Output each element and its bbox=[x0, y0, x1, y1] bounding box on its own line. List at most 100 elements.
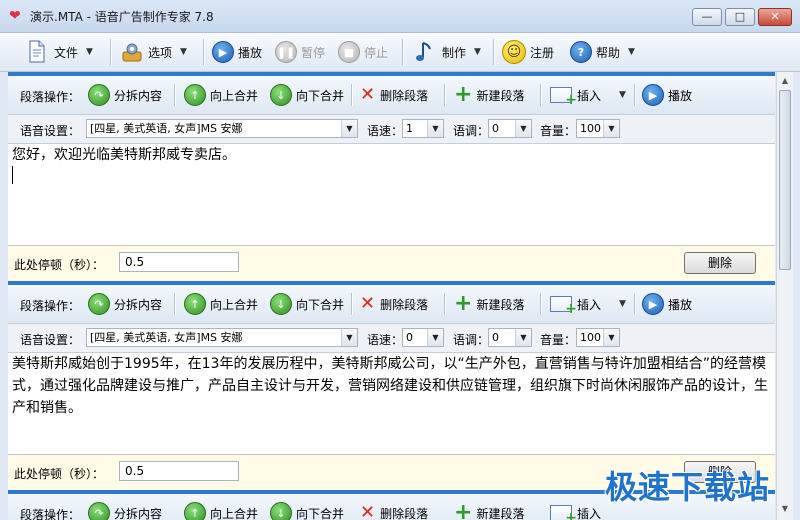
volume-label: 音量： bbox=[540, 333, 577, 347]
toolbar-separator bbox=[351, 84, 353, 106]
pitch-select[interactable]: 0 ▼ bbox=[488, 119, 532, 138]
volume-select[interactable]: 100 ▼ bbox=[576, 119, 620, 138]
speed-select[interactable]: 0 ▼ bbox=[402, 328, 444, 347]
voice-select[interactable]: [四星, 美式英语, 女声]MS 安娜 ▼ bbox=[86, 119, 358, 138]
paragraph-toolbar: 段落操作： ↷分拆内容 ↑向上合并 ↓向下合并 ✕删除段落 +新建段落 插入▼ … bbox=[8, 76, 775, 115]
volume-select[interactable]: 100 ▼ bbox=[576, 328, 620, 347]
new-paragraph-button[interactable]: + 新建段落 bbox=[454, 500, 524, 520]
paragraph-text-editor[interactable]: 美特斯邦威始创于1995年，在13年的发展历程中，美特斯邦威公司，以“生产外包，… bbox=[8, 353, 775, 455]
delete-para-label: 删除段落 bbox=[380, 506, 429, 520]
scrollbar-thumb[interactable] bbox=[779, 90, 791, 270]
pause-label: 此处停顿（秒）： bbox=[14, 258, 105, 272]
pause-button[interactable]: ❚❚ 暂停 bbox=[275, 38, 325, 66]
merge-down-button[interactable]: ↓ 向下合并 bbox=[270, 82, 344, 108]
add-icon: + bbox=[454, 500, 473, 520]
toolbar-separator bbox=[110, 39, 112, 65]
chevron-down-icon: ▼ bbox=[180, 47, 187, 57]
paragraph-list: 段落操作： ↷分拆内容 ↑向上合并 ↓向下合并 ✕删除段落 +新建段落 插入▼ … bbox=[8, 72, 775, 520]
merge-down-label: 向下合并 bbox=[296, 88, 345, 103]
music-note-icon bbox=[414, 40, 438, 64]
new-para-label: 新建段落 bbox=[476, 297, 525, 312]
paragraph-play-label: 播放 bbox=[668, 88, 693, 103]
merge-down-button[interactable]: ↓ 向下合并 bbox=[270, 291, 344, 317]
voice-label: 语音设置： bbox=[20, 124, 81, 138]
help-menu-button[interactable]: ? 帮助 ▼ bbox=[570, 38, 635, 66]
produce-menu-button[interactable]: 制作 ▼ bbox=[414, 38, 481, 66]
merge-up-button[interactable]: ↑ 向上合并 bbox=[184, 82, 258, 108]
split-label: 分拆内容 bbox=[114, 506, 163, 520]
close-button[interactable]: ✕ bbox=[758, 8, 792, 26]
new-para-label: 新建段落 bbox=[476, 506, 525, 520]
scroll-down-arrow-icon[interactable]: ▼ bbox=[778, 502, 792, 516]
merge-up-button[interactable]: ↑ 向上合并 bbox=[184, 291, 258, 317]
toolbar-separator bbox=[402, 39, 404, 65]
toolbar-separator bbox=[203, 39, 205, 65]
file-menu-button[interactable]: 文件 ▼ bbox=[26, 38, 93, 66]
voice-settings-row: 语音设置： [四星, 美式英语, 女声]MS 安娜 ▼ 语速： 0 ▼ 语调： 0 ▼… bbox=[8, 324, 775, 353]
pause-label: 暂停 bbox=[301, 45, 326, 60]
smiley-icon: ☺ bbox=[502, 40, 526, 64]
insert-menu-button[interactable]: 插入 bbox=[550, 500, 601, 520]
new-paragraph-button[interactable]: + 新建段落 bbox=[454, 82, 524, 108]
paragraph-text-editor[interactable]: 您好，欢迎光临美特斯邦威专卖店。 bbox=[8, 144, 775, 246]
merge-up-label: 向上合并 bbox=[210, 88, 259, 103]
pause-label: 此处停顿（秒）： bbox=[14, 467, 105, 481]
delete-paragraph-button[interactable]: ✕ 删除段落 bbox=[360, 82, 428, 108]
add-icon: + bbox=[454, 82, 473, 107]
split-arrow-icon: ↷ bbox=[88, 502, 110, 520]
insert-label: 插入 bbox=[577, 297, 602, 312]
merge-down-button[interactable]: ↓ 向下合并 bbox=[270, 500, 344, 520]
scroll-up-arrow-icon[interactable]: ▲ bbox=[778, 74, 792, 88]
pitch-label: 语调： bbox=[453, 124, 490, 138]
help-label: 帮助 bbox=[596, 45, 621, 60]
play-icon: ▶ bbox=[642, 293, 664, 315]
split-content-button[interactable]: ↷ 分拆内容 bbox=[88, 291, 162, 317]
paragraph-play-button[interactable]: ▶ 播放 bbox=[642, 82, 692, 108]
new-paragraph-button[interactable]: + 新建段落 bbox=[454, 291, 524, 317]
maximize-button[interactable]: □ bbox=[725, 8, 755, 26]
title-bar: ❤ 演示.MTA - 语音广告制作专家 7.8 — □ ✕ bbox=[0, 0, 800, 33]
pause-seconds-input[interactable]: 0.5 bbox=[119, 252, 239, 272]
pause-icon: ❚❚ bbox=[275, 41, 297, 63]
delete-paragraph-button[interactable]: ✕ 删除段落 bbox=[360, 500, 428, 520]
chevron-down-icon: ▼ bbox=[628, 47, 635, 57]
app-window: ❤ 演示.MTA - 语音广告制作专家 7.8 — □ ✕ 文件 ▼ 选项 ▼ … bbox=[0, 0, 800, 520]
split-content-button[interactable]: ↷ 分拆内容 bbox=[88, 82, 162, 108]
arrow-up-icon: ↑ bbox=[184, 293, 206, 315]
voice-label: 语音设置： bbox=[20, 333, 81, 347]
toolbar-separator bbox=[540, 84, 542, 106]
pause-row: 此处停顿（秒）： 0.5 删除 bbox=[8, 246, 775, 280]
merge-up-button[interactable]: ↑ 向上合并 bbox=[184, 500, 258, 520]
options-menu-button[interactable]: 选项 ▼ bbox=[120, 38, 187, 66]
minimize-button[interactable]: — bbox=[692, 8, 722, 26]
register-button[interactable]: ☺ 注册 bbox=[502, 38, 554, 66]
watermark: 极速下载站 bbox=[605, 468, 771, 506]
split-content-button[interactable]: ↷ 分拆内容 bbox=[88, 500, 162, 520]
insert-menu-button[interactable]: 插入 ▼ bbox=[550, 291, 626, 317]
stop-label: 停止 bbox=[364, 45, 389, 60]
voice-select[interactable]: [四星, 美式英语, 女声]MS 安娜 ▼ bbox=[86, 328, 358, 347]
vertical-scrollbar[interactable]: ▲ ▼ bbox=[776, 72, 793, 520]
paragraph-play-button[interactable]: ▶ 播放 bbox=[642, 291, 692, 317]
paragraph-ops-label: 段落操作： bbox=[20, 299, 81, 313]
toolbar-separator bbox=[444, 293, 446, 315]
chevron-down-icon: ▼ bbox=[427, 120, 443, 137]
toolbar-separator bbox=[444, 84, 446, 106]
delete-paragraph-button[interactable]: ✕ 删除段落 bbox=[360, 291, 428, 317]
insert-menu-button[interactable]: 插入 ▼ bbox=[550, 82, 626, 108]
pause-seconds-input[interactable]: 0.5 bbox=[119, 461, 239, 481]
pitch-select[interactable]: 0 ▼ bbox=[488, 328, 532, 347]
speed-label: 语速： bbox=[367, 124, 404, 138]
toolbar-separator bbox=[174, 84, 176, 106]
delete-button[interactable]: 删除 bbox=[684, 252, 756, 274]
chevron-down-icon: ▼ bbox=[341, 329, 357, 346]
paragraph-text: 您好，欢迎光临美特斯邦威专卖店。 bbox=[12, 147, 236, 163]
split-label: 分拆内容 bbox=[114, 297, 163, 312]
stop-button[interactable]: ■ 停止 bbox=[338, 38, 388, 66]
speed-select[interactable]: 1 ▼ bbox=[402, 119, 444, 138]
add-icon: + bbox=[454, 291, 473, 316]
chevron-down-icon: ▼ bbox=[603, 120, 619, 137]
speed-value: 1 bbox=[406, 122, 413, 135]
arrow-down-icon: ↓ bbox=[270, 293, 292, 315]
play-button[interactable]: ▶ 播放 bbox=[212, 38, 262, 66]
